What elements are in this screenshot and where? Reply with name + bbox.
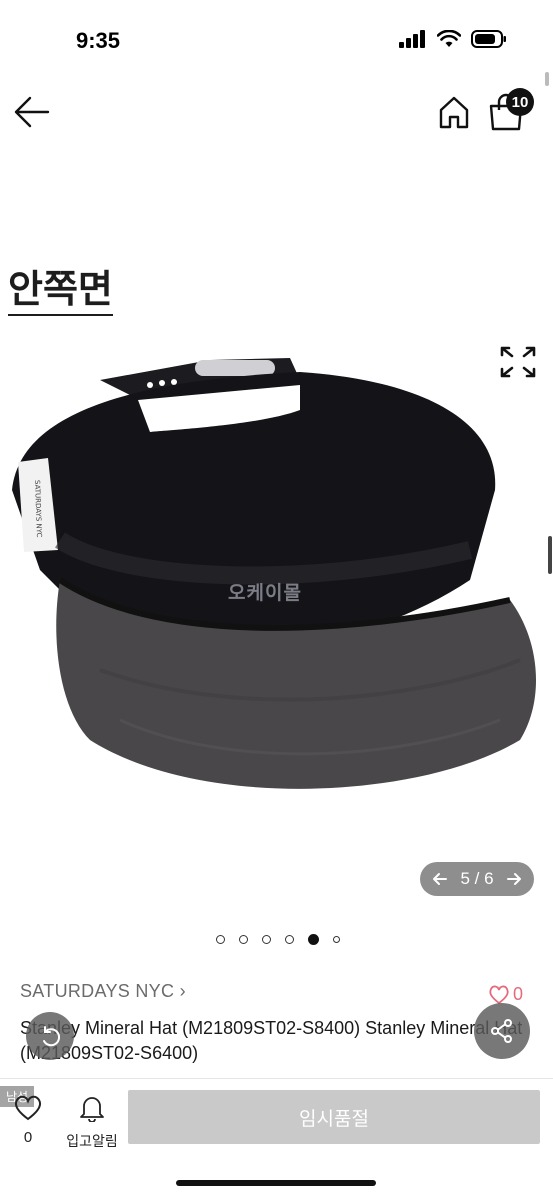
heart-icon (14, 1095, 42, 1121)
product-title: Stanley Mineral Hat (M21809ST02-S8400) S… (20, 1018, 523, 1063)
carousel-dot-active[interactable] (308, 934, 319, 945)
chevron-right-icon: › (179, 981, 186, 1001)
watermark-text: 오케이몰 (228, 583, 302, 604)
home-button[interactable] (436, 94, 472, 130)
battery-icon (471, 30, 506, 48)
home-icon (439, 96, 469, 129)
wish-button[interactable]: 0 (8, 1094, 48, 1146)
cart-count-badge: 10 (506, 88, 534, 116)
brand-name: SATURDAYS NYC (20, 981, 175, 1001)
brand-link[interactable]: SATURDAYS NYC › (20, 981, 186, 1002)
soldout-label: 임시품절 (299, 1108, 369, 1130)
wifi-icon (437, 30, 461, 47)
arrow-left-icon[interactable] (432, 872, 448, 886)
image-pager[interactable]: 5 / 6 (420, 862, 534, 896)
back-button[interactable] (10, 92, 54, 132)
carousel-dot[interactable] (262, 935, 271, 944)
wish-count: 0 (23, 1129, 33, 1146)
pager-count: 5 / 6 (460, 869, 494, 888)
share-icon (491, 1019, 512, 1043)
expand-icon (500, 346, 536, 378)
carousel-dot[interactable] (239, 935, 248, 944)
bell-icon (80, 1097, 104, 1123)
carousel-dot[interactable] (285, 935, 294, 944)
bottom-divider (0, 1078, 553, 1079)
soldout-button[interactable]: 임시품절 (128, 1090, 540, 1144)
scroll-indicator (545, 72, 549, 86)
home-indicator (176, 1180, 376, 1186)
fullscreen-button[interactable] (498, 344, 538, 380)
back-history-button[interactable] (26, 1012, 74, 1060)
like-button[interactable]: 0 (488, 984, 523, 1005)
status-time: 9:35 (76, 28, 121, 53)
carousel-dot[interactable] (216, 935, 225, 944)
like-count: 0 (513, 984, 524, 1004)
image-dots (216, 934, 340, 945)
photo-heading: 안쪽면 (8, 268, 113, 316)
undo-icon (43, 1026, 61, 1047)
restock-alert-label: 입고알림 (66, 1133, 118, 1149)
arrow-left-icon (14, 96, 50, 128)
restock-alert-button[interactable]: 입고알림 (62, 1094, 122, 1151)
heart-icon (489, 985, 509, 1004)
share-button[interactable] (474, 1003, 530, 1059)
side-scroll-indicator (548, 536, 552, 574)
status-icons (399, 30, 507, 48)
signal-icon (399, 30, 425, 48)
arrow-right-icon[interactable] (506, 872, 522, 886)
carousel-dot[interactable] (333, 936, 340, 943)
